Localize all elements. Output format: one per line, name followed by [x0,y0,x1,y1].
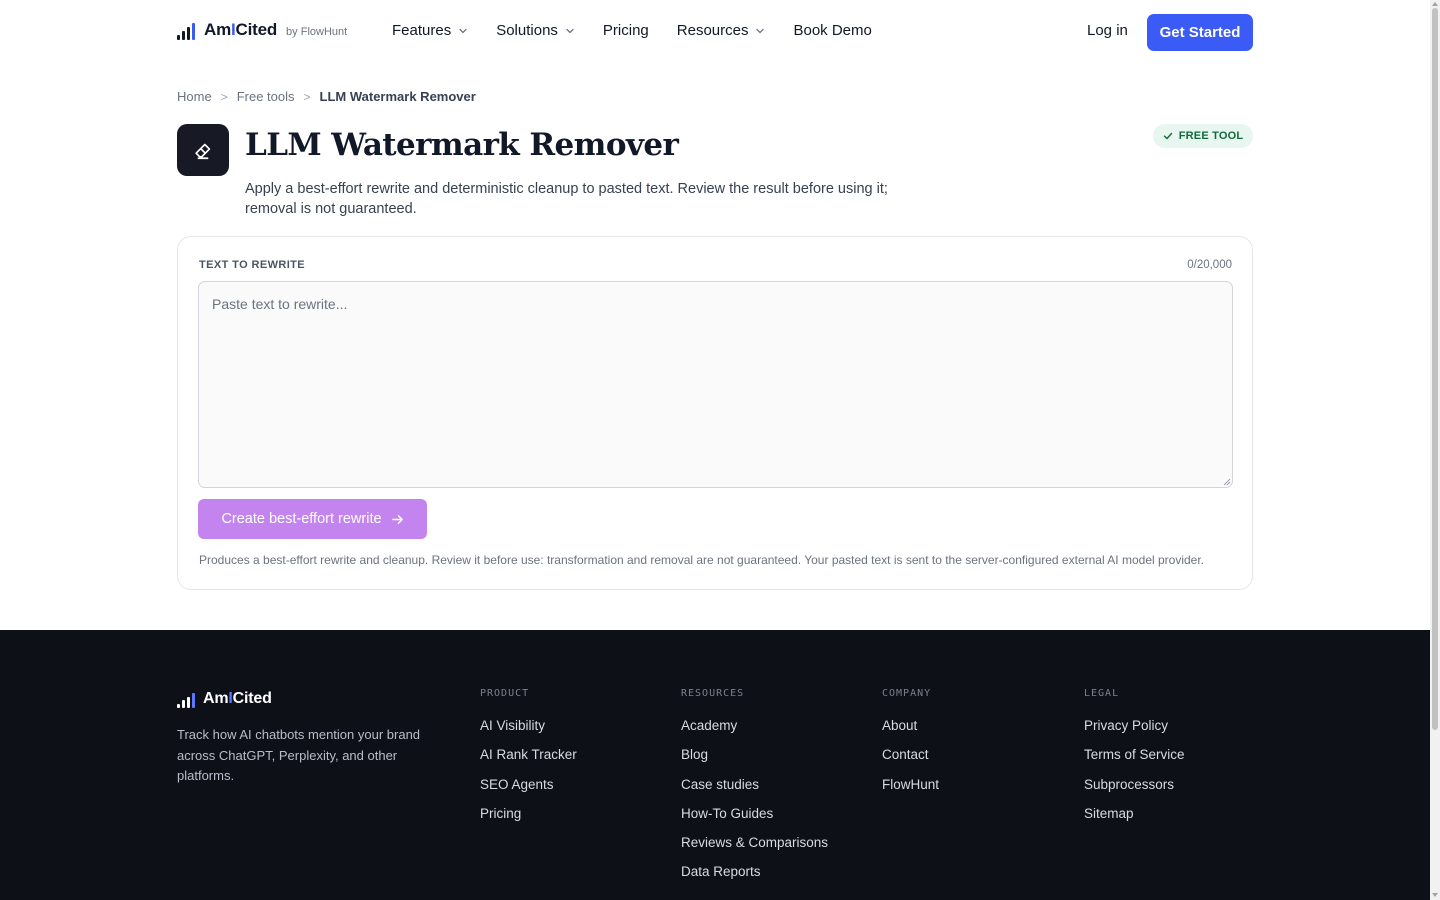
page-scrollbar[interactable] [1430,0,1440,900]
nav-label: Pricing [602,22,649,39]
nav-pricing[interactable]: Pricing [603,22,649,39]
chevron-down-icon [566,28,574,33]
text-input[interactable] [198,281,1233,488]
chevron-down-icon [459,28,467,33]
nav-solutions[interactable]: Solutions [496,22,575,39]
site-footer: AmICited Track how AI chatbots mention y… [0,630,1430,900]
nav-label: Features [392,22,452,39]
scrollbar-thumb[interactable] [1432,8,1438,730]
eraser-icon [195,143,211,160]
footer-link[interactable]: About [882,716,939,745]
footer-link[interactable]: Privacy Policy [1084,716,1185,745]
badge-label: FREE TOOL [1178,130,1244,142]
scroll-up-icon[interactable] [1432,2,1438,6]
submit-label: Create best-effort rewrite [221,511,382,527]
footer-col-heading: PRODUCT [480,688,530,699]
footer-tagline: Track how AI chatbots mention your brand… [177,727,421,783]
footer-link[interactable]: Data Reports [681,862,828,891]
logo-byline: by FlowHunt [286,25,348,38]
scroll-down-icon[interactable] [1432,893,1438,897]
footer-link[interactable]: AI Visibility [480,716,577,745]
page-subtitle: Apply a best-effort rewrite and determin… [245,179,915,219]
footer-logo[interactable]: AmICited [177,690,272,708]
character-counter: 0/20,000 [1187,259,1232,271]
footer-link[interactable]: Blog [681,745,828,774]
breadcrumb-home[interactable]: Home [177,89,212,104]
page-title: LLM Watermark Remover [245,127,679,163]
subtitle-line-1: Apply a best-effort rewrite and determin… [245,181,888,197]
arrow-right-icon [391,514,403,524]
nav-features[interactable]: Features [392,22,468,39]
footer-link[interactable]: Academy [681,716,828,745]
login-link[interactable]: Log in [1087,22,1128,39]
chevron-right-icon: > [303,89,311,104]
breadcrumb: Home > Free tools > LLM Watermark Remove… [177,89,476,104]
logo[interactable]: AmICited by FlowHunt [177,20,347,40]
footer-link[interactable]: Terms of Service [1084,745,1185,774]
nav-label: Book Demo [793,22,872,39]
chevron-right-icon: > [220,89,228,104]
footer-col-company: COMPANY About Contact FlowHunt [882,688,939,804]
footer-link[interactable]: FlowHunt [882,775,939,804]
footer-link[interactable]: SEO Agents [480,775,577,804]
subtitle-line-2: removal is not guaranteed. [245,201,417,217]
nav-resources[interactable]: Resources [677,22,766,39]
text-field-label: TEXT TO REWRITE [199,259,306,271]
nav-label: Resources [676,22,749,39]
footer-link[interactable]: How-To Guides [681,804,828,833]
site-header: AmICited by FlowHunt Features Solutions … [0,0,1430,64]
footer-link[interactable]: Case studies [681,775,828,804]
get-started-button[interactable]: Get Started [1147,14,1253,51]
create-rewrite-button[interactable]: Create best-effort rewrite [198,499,427,539]
footer-link[interactable]: AI Rank Tracker [480,745,577,774]
footer-link[interactable]: Sitemap [1084,804,1185,833]
nav-label: Solutions [496,22,558,39]
privacy-disclaimer: Produces a best-effort rewrite and clean… [199,553,1205,567]
footer-link[interactable]: Reviews & Comparisons [681,833,828,862]
resize-grip-icon[interactable] [1221,476,1231,486]
rewrite-card: TEXT TO REWRITE 0/20,000 Create best-eff… [177,236,1253,590]
footer-col-heading: COMPANY [882,688,932,699]
chevron-down-icon [756,28,765,33]
footer-col-product: PRODUCT AI Visibility AI Rank Tracker SE… [480,688,577,833]
main-nav: Features Solutions Pricing Resources Boo… [392,22,900,39]
footer-col-resources: RESOURCES Academy Blog Case studies How-… [681,688,828,892]
check-icon [1163,132,1172,140]
breadcrumb-free-tools[interactable]: Free tools [237,89,295,104]
signal-bars-icon [177,692,195,708]
free-tool-badge: FREE TOOL [1153,124,1253,148]
nav-book-demo[interactable]: Book Demo [793,22,871,39]
footer-col-heading: RESOURCES [681,688,745,699]
tool-icon-tile [177,124,229,176]
footer-link[interactable]: Subprocessors [1084,775,1185,804]
footer-link[interactable]: Contact [882,745,939,774]
footer-col-legal: LEGAL Privacy Policy Terms of Service Su… [1084,688,1185,833]
logo-name: AmICited [204,20,278,39]
breadcrumb-current: LLM Watermark Remover [319,89,476,104]
footer-logo-name: AmICited [203,690,272,707]
footer-link[interactable]: Pricing [480,804,577,833]
signal-bars-icon [177,22,195,40]
footer-col-heading: LEGAL [1084,688,1120,699]
